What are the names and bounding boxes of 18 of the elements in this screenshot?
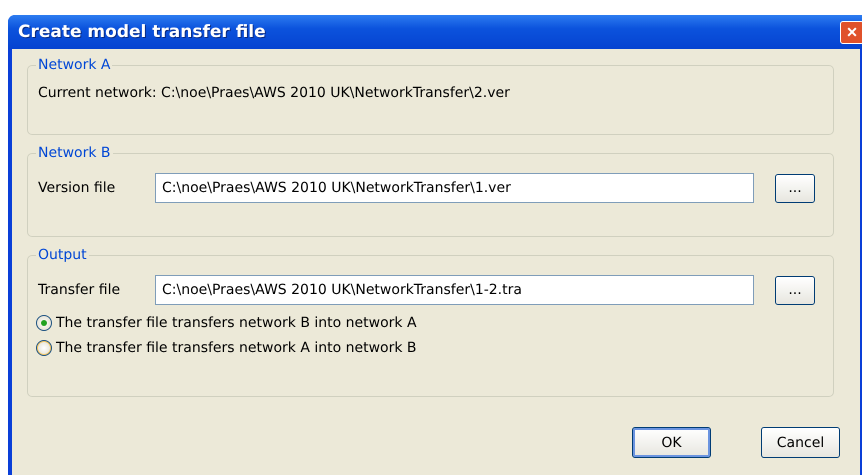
group-title: Network B bbox=[37, 145, 112, 161]
browse-button[interactable]: ... bbox=[775, 174, 815, 202]
radio-button[interactable] bbox=[36, 315, 52, 331]
transfer-file-field[interactable]: C:\noe\Praes\AWS 2010 UK\NetworkTransfer\1-2.tra bbox=[155, 275, 754, 305]
group-title: Output bbox=[37, 247, 88, 263]
version-file-field[interactable]: C:\noe\Praes\AWS 2010 UK\NetworkTransfer\1.ver bbox=[155, 173, 754, 203]
field-label: Version file bbox=[38, 180, 116, 196]
field-label: Transfer file bbox=[38, 282, 122, 298]
ok-button[interactable]: OK bbox=[632, 427, 711, 458]
radio-label: The transfer file transfers network A into network B bbox=[56, 340, 417, 356]
close-button[interactable]: × bbox=[840, 20, 862, 44]
group-title: Network A bbox=[37, 57, 112, 73]
window-title: Create model transfer file bbox=[18, 22, 266, 42]
cancel-button[interactable]: Cancel bbox=[761, 427, 840, 458]
radio-button[interactable] bbox=[36, 340, 52, 356]
current-network-text: Current network: C:\noe\Praes\AWS 2010 UK\NetworkTransfer\2.ver bbox=[38, 85, 510, 101]
browse-button[interactable]: ... bbox=[775, 276, 815, 304]
radio-label: The transfer file transfers network B into network A bbox=[56, 315, 417, 331]
